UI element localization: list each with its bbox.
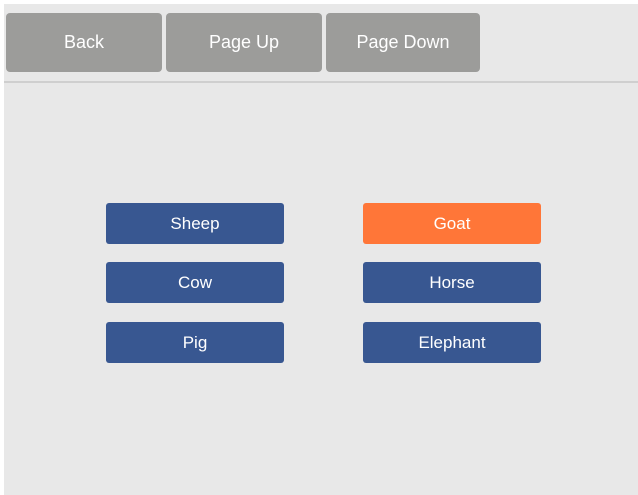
choice-pig-button[interactable]: Pig: [106, 322, 284, 363]
choice-cow-button[interactable]: Cow: [106, 262, 284, 303]
choice-goat-button[interactable]: Goat: [363, 203, 541, 244]
app-window: Back Page Up Page Down Sheep Cow Pig Goa…: [4, 4, 638, 495]
toolbar-divider: [4, 81, 638, 83]
page-down-button[interactable]: Page Down: [326, 13, 480, 72]
choice-sheep-button[interactable]: Sheep: [106, 203, 284, 244]
back-button[interactable]: Back: [6, 13, 162, 72]
choice-elephant-button[interactable]: Elephant: [363, 322, 541, 363]
choice-horse-button[interactable]: Horse: [363, 262, 541, 303]
page-up-button[interactable]: Page Up: [166, 13, 322, 72]
toolbar: Back Page Up Page Down: [4, 4, 638, 81]
